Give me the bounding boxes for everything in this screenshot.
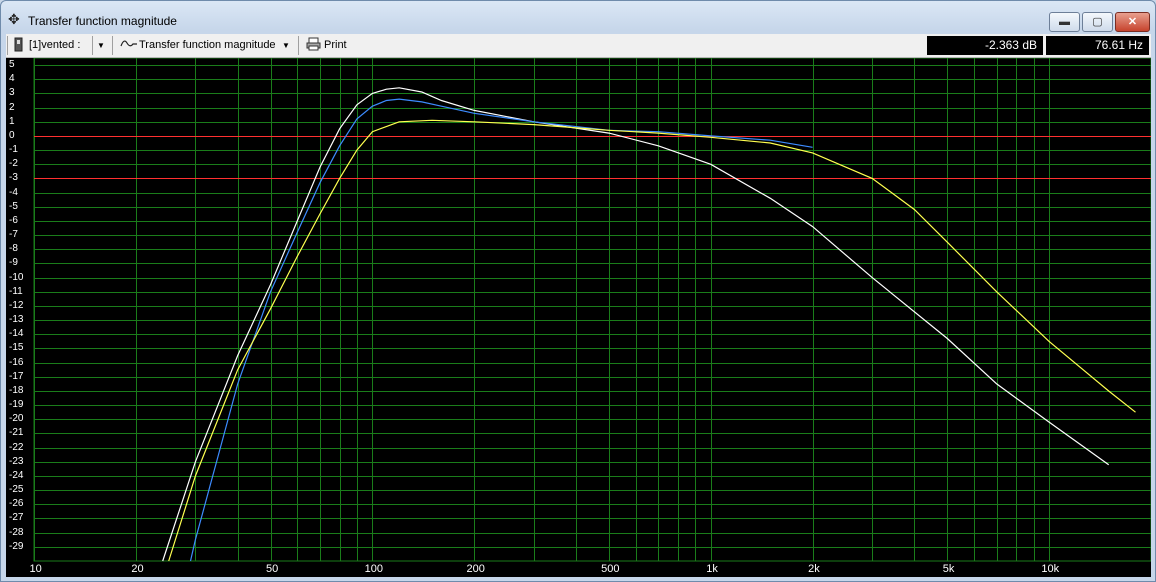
y-tick-label: -28 (9, 526, 24, 538)
y-tick-label: -9 (9, 257, 18, 269)
y-tick-label: 5 (9, 59, 15, 71)
hz-readout: 76.61 Hz (1046, 36, 1149, 55)
y-tick-label: -14 (9, 328, 24, 340)
y-tick-label: -13 (9, 314, 24, 326)
x-tick-label: 1k (706, 563, 718, 575)
x-tick-label: 100 (364, 563, 383, 575)
plot-frame (33, 58, 1151, 562)
y-tick-label: -8 (9, 243, 18, 255)
y-tick-label: -20 (9, 413, 24, 425)
y-tick-label: -2 (9, 158, 18, 170)
toolbar-separator (298, 36, 299, 55)
window-title: Transfer function magnitude (28, 14, 177, 28)
toolbar: [1]vented : ▼ Transfer function magnitud… (6, 34, 1151, 58)
y-tick-label: -12 (9, 299, 24, 311)
printer-icon (306, 37, 322, 54)
maximize-button[interactable]: ▢ (1082, 12, 1113, 32)
x-tick-label: 10 (29, 563, 42, 575)
y-tick-label: 2 (9, 101, 15, 113)
y-tick-label: 0 (9, 129, 15, 141)
toolbar-separator (112, 36, 113, 55)
chevron-down-icon[interactable]: ▼ (279, 37, 293, 54)
title-bar[interactable]: ✥ Transfer function magnitude ▬ ▢ ✕ (1, 1, 1155, 33)
x-tick-label: 500 (601, 563, 620, 575)
print-button[interactable]: Print (324, 37, 347, 54)
y-tick-label: -27 (9, 512, 24, 524)
x-tick-label: 50 (266, 563, 279, 575)
plot-area[interactable]: 5 4 3 2 1 0 -1 -2 -3 -4 -5 -6 -7 -8 -9 -10 -11 -12 -13 -14-… (6, 58, 1151, 577)
close-button[interactable]: ✕ (1115, 12, 1150, 32)
y-tick-label: -1 (9, 144, 18, 156)
y-tick-label: 4 (9, 73, 15, 85)
x-tick-label: 2k (808, 563, 820, 575)
y-tick-label: -29 (9, 540, 24, 552)
y-tick-label: 1 (9, 115, 15, 127)
x-tick-label: 20 (131, 563, 144, 575)
magnitude-chart (33, 58, 1151, 562)
measurement-select[interactable]: Transfer function magnitude (139, 37, 276, 54)
y-tick-label: -11 (9, 285, 23, 297)
y-tick-label: -16 (9, 356, 24, 368)
y-tick-label: -4 (9, 186, 18, 198)
y-tick-label: 3 (9, 87, 15, 99)
minimize-button[interactable]: ▬ (1049, 12, 1080, 32)
db-readout: -2.363 dB (927, 36, 1043, 55)
chevron-down-icon[interactable]: ▼ (94, 37, 108, 54)
y-tick-label: -17 (9, 370, 24, 382)
y-tick-label: -7 (9, 229, 18, 241)
y-tick-label: -15 (9, 342, 24, 354)
app-window: ✥ Transfer function magnitude ▬ ▢ ✕ [1]v… (0, 0, 1156, 582)
x-tick-label: 5k (942, 563, 955, 575)
y-tick-label: -25 (9, 484, 24, 496)
toolbar-separator (7, 36, 8, 55)
x-tick-label: 200 (466, 563, 485, 575)
y-tick-label: -19 (9, 399, 24, 411)
speaker-icon (14, 37, 24, 54)
crosshair-icon: ✥ (8, 11, 20, 27)
y-tick-label: -3 (9, 172, 18, 184)
y-tick-label: -18 (9, 384, 24, 396)
y-tick-label: -21 (9, 427, 24, 439)
toolbar-separator (92, 36, 93, 55)
y-tick-label: -22 (9, 441, 24, 453)
y-tick-label: -5 (9, 200, 18, 212)
source-select[interactable]: [1]vented : (29, 37, 80, 54)
x-tick-label: 10k (1041, 563, 1060, 575)
y-tick-label: -26 (9, 498, 24, 510)
y-tick-label: -6 (9, 214, 18, 226)
y-tick-label: -10 (9, 271, 24, 283)
y-tick-label: -23 (9, 455, 24, 467)
y-tick-label: -24 (9, 469, 24, 481)
waveform-icon (120, 37, 140, 54)
